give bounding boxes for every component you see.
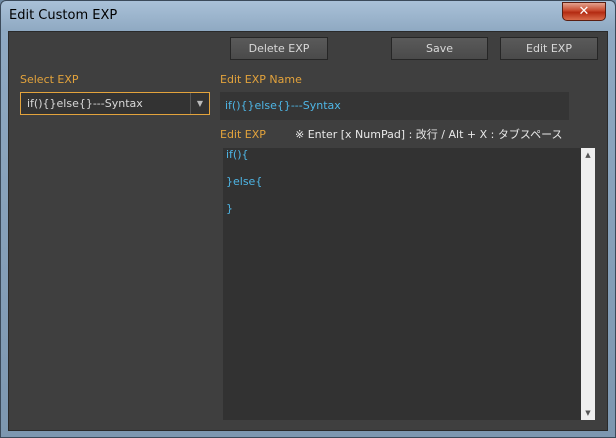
close-button[interactable]: ✕: [562, 2, 606, 21]
edit-exp-name-label: Edit EXP Name: [220, 73, 302, 86]
edit-exp-button[interactable]: Edit EXP: [500, 37, 598, 60]
scroll-up-icon[interactable]: ▲: [581, 151, 595, 159]
exp-code-editor[interactable]: if(){ }else{ } ▲ ▼: [223, 148, 595, 420]
dialog-content: Delete EXP Save Edit EXP Select EXP if()…: [8, 31, 608, 431]
delete-exp-button[interactable]: Delete EXP: [230, 37, 328, 60]
code-lines: if(){ }else{ }: [226, 148, 262, 229]
select-exp-dropdown[interactable]: if(){}else{}---Syntax ▼: [20, 92, 210, 115]
scroll-down-icon[interactable]: ▼: [581, 409, 595, 417]
edit-exp-label: Edit EXP: [220, 128, 266, 141]
code-line: }else{: [226, 175, 263, 188]
exp-name-input[interactable]: if(){}else{}---Syntax: [220, 92, 569, 120]
select-exp-label: Select EXP: [20, 73, 79, 86]
save-button[interactable]: Save: [391, 37, 488, 60]
dropdown-arrow-icon[interactable]: ▼: [190, 93, 209, 114]
title-bar[interactable]: Edit Custom EXP ✕: [1, 1, 615, 31]
window-title: Edit Custom EXP: [9, 8, 118, 23]
select-exp-value: if(){}else{}---Syntax: [27, 97, 143, 110]
vertical-scrollbar[interactable]: ▲ ▼: [581, 148, 595, 420]
shortcut-hint: ※ Enter [x NumPad] : 改行 / Alt + X : タブスペ…: [295, 128, 563, 141]
code-line: }: [226, 202, 233, 215]
custom-exp-dialog: Edit Custom EXP ✕ Delete EXP Save Edit E…: [0, 0, 616, 438]
code-line: if(){: [226, 148, 249, 161]
